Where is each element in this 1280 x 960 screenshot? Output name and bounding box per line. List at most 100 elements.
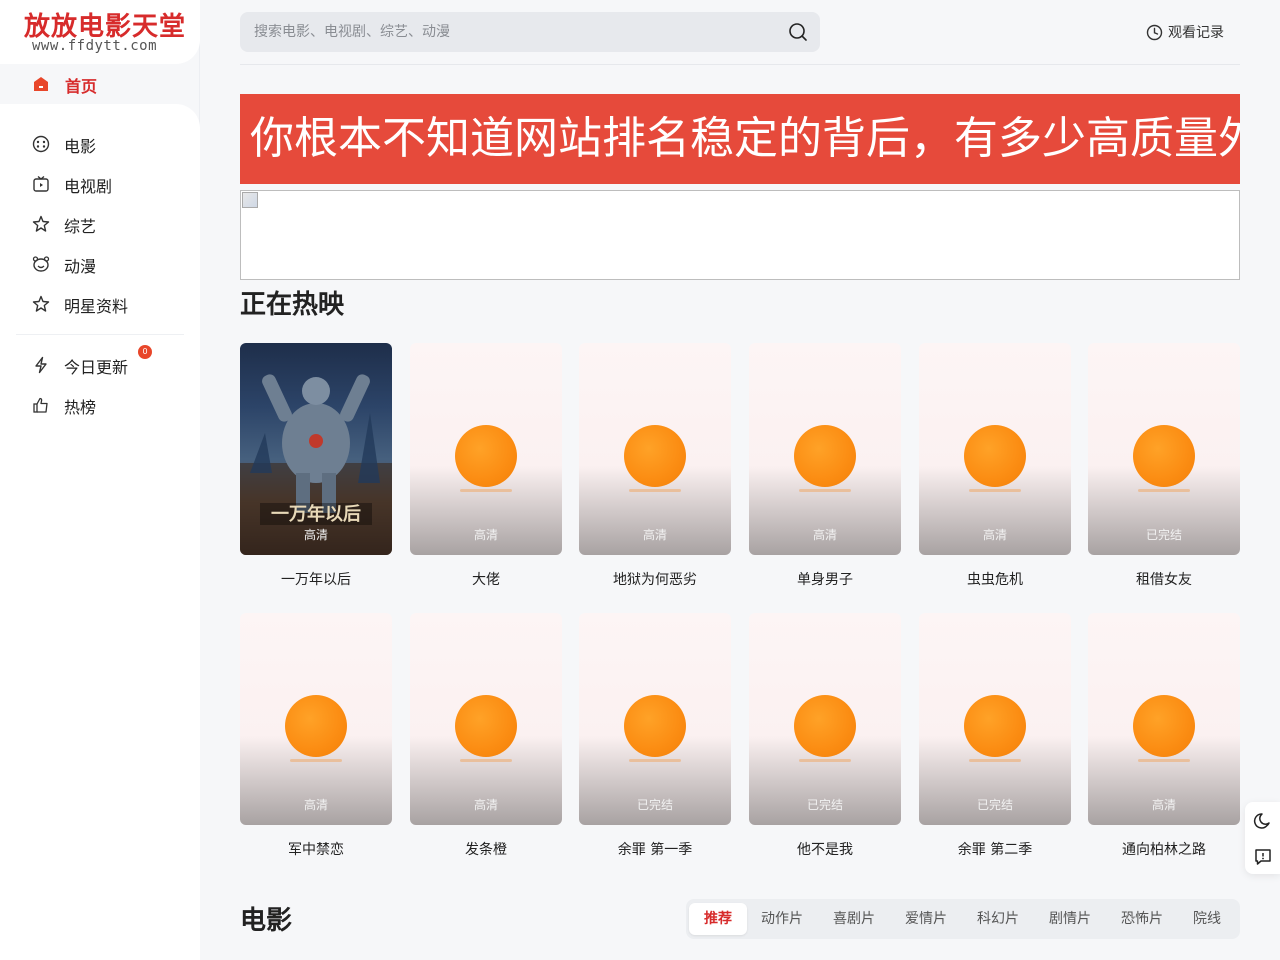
search-icon[interactable] bbox=[788, 22, 808, 42]
tab-romance[interactable]: 爱情片 bbox=[895, 903, 957, 935]
quality-tag: 高清 bbox=[473, 528, 498, 542]
broken-image-icon bbox=[242, 192, 258, 208]
movie-poster[interactable]: 高清 bbox=[410, 613, 562, 825]
tab-action[interactable]: 动作片 bbox=[751, 903, 813, 935]
movie-title[interactable]: 余罪 第二季 bbox=[919, 839, 1071, 859]
tab-horror[interactable]: 恐怖片 bbox=[1111, 903, 1173, 935]
movie-title[interactable]: 单身男子 bbox=[749, 569, 901, 589]
quality-tag: 高清 bbox=[303, 528, 328, 542]
movie-poster[interactable]: 高清 bbox=[1088, 613, 1240, 825]
search-bar bbox=[240, 12, 820, 52]
sidebar-item-variety[interactable]: 综艺 bbox=[0, 204, 200, 244]
logo-url: www.ffdytt.com bbox=[32, 38, 158, 54]
quality-tag: 已完结 bbox=[1145, 528, 1182, 542]
feedback-icon[interactable] bbox=[1253, 847, 1273, 867]
movie-card[interactable]: 高清 通向柏林之路 bbox=[1088, 613, 1240, 863]
sidebar-item-tv[interactable]: 电视剧 bbox=[0, 164, 200, 204]
watch-history-label: 观看记录 bbox=[1168, 25, 1224, 41]
watch-history-button[interactable]: 观看记录 bbox=[1146, 22, 1224, 42]
tab-comedy[interactable]: 喜剧片 bbox=[823, 903, 885, 935]
quality-tag: 高清 bbox=[303, 798, 328, 812]
movie-card[interactable]: 已完结 他不是我 bbox=[749, 613, 901, 863]
placeholder-sun-icon bbox=[285, 695, 347, 757]
poster-artwork: 一万年以后 bbox=[240, 374, 392, 555]
movie-poster[interactable]: 已完结 bbox=[1088, 343, 1240, 555]
section-title-movies: 电影 bbox=[240, 906, 293, 936]
movie-title[interactable]: 大佬 bbox=[410, 569, 562, 589]
placeholder-sun-icon bbox=[794, 695, 856, 757]
quality-tag: 高清 bbox=[812, 528, 837, 542]
movie-poster[interactable]: 高清 bbox=[240, 613, 392, 825]
movie-poster[interactable]: 高清 bbox=[919, 343, 1071, 555]
placeholder-sun-icon bbox=[624, 695, 686, 757]
sidebar-item-stars[interactable]: 明星资料 bbox=[0, 284, 200, 324]
movie-card[interactable]: 高清 地狱为何恶劣 bbox=[579, 343, 731, 593]
quality-tag: 已完结 bbox=[976, 798, 1013, 812]
movie-title[interactable]: 地狱为何恶劣 bbox=[579, 569, 731, 589]
movie-poster[interactable]: 高清 bbox=[749, 343, 901, 555]
quality-tag: 已完结 bbox=[636, 798, 673, 812]
movie-poster[interactable]: 一万年以后 高清 bbox=[240, 343, 392, 555]
movie-category-tabs: 推荐 动作片 喜剧片 爱情片 科幻片 剧情片 恐怖片 院线 bbox=[686, 899, 1240, 939]
movie-card[interactable]: 已完结 余罪 第二季 bbox=[919, 613, 1071, 863]
movie-poster[interactable]: 已完结 bbox=[749, 613, 901, 825]
movie-title[interactable]: 他不是我 bbox=[749, 839, 901, 859]
tab-theater[interactable]: 院线 bbox=[1183, 903, 1231, 935]
sidebar-item-movies[interactable]: 电影 bbox=[0, 124, 200, 164]
site-logo[interactable]: 放放电影天堂 www.ffdytt.com bbox=[0, 0, 200, 64]
header-divider bbox=[240, 64, 1240, 65]
movie-poster[interactable]: 高清 bbox=[410, 343, 562, 555]
placeholder-shadow bbox=[969, 759, 1021, 762]
sidebar-item-today-updates[interactable]: 今日更新 bbox=[0, 345, 200, 385]
sidebar-item-hot-list[interactable]: 热榜 bbox=[0, 385, 200, 425]
ad-banner-image[interactable] bbox=[240, 190, 1240, 280]
search-input[interactable] bbox=[254, 12, 774, 52]
movie-card[interactable]: 高清 单身男子 bbox=[749, 343, 901, 593]
home-icon bbox=[34, 77, 48, 91]
movie-title[interactable]: 军中禁恋 bbox=[240, 839, 392, 859]
movie-card[interactable]: 已完结 租借女友 bbox=[1088, 343, 1240, 593]
movie-card[interactable]: 高清 大佬 bbox=[410, 343, 562, 593]
movie-card[interactable]: 已完结 余罪 第一季 bbox=[579, 613, 731, 863]
sidebar-item-anime[interactable]: 动漫 bbox=[0, 244, 200, 284]
sidebar-item-label: 动漫 bbox=[64, 257, 97, 276]
film-reel-icon bbox=[32, 135, 50, 153]
placeholder-shadow bbox=[629, 489, 681, 492]
movie-title[interactable]: 租借女友 bbox=[1088, 569, 1240, 589]
bear-icon bbox=[32, 256, 50, 272]
placeholder-sun-icon bbox=[455, 695, 517, 757]
sidebar-item-label: 首页 bbox=[65, 77, 98, 96]
tab-recommended[interactable]: 推荐 bbox=[689, 903, 747, 935]
movie-poster[interactable]: 已完结 bbox=[919, 613, 1071, 825]
quality-tag: 已完结 bbox=[806, 798, 843, 812]
star-icon bbox=[32, 215, 50, 232]
movie-title[interactable]: 虫虫危机 bbox=[919, 569, 1071, 589]
placeholder-sun-icon bbox=[624, 425, 686, 487]
movie-card[interactable]: 一万年以后 高清 一万年以后 bbox=[240, 343, 392, 593]
movie-poster[interactable]: 高清 bbox=[579, 343, 731, 555]
tab-drama[interactable]: 剧情片 bbox=[1039, 903, 1101, 935]
placeholder-shadow bbox=[969, 489, 1021, 492]
placeholder-sun-icon bbox=[964, 425, 1026, 487]
movie-card[interactable]: 高清 军中禁恋 bbox=[240, 613, 392, 863]
placeholder-sun-icon bbox=[1133, 695, 1195, 757]
thumbs-up-icon bbox=[33, 397, 48, 413]
movie-title[interactable]: 发条橙 bbox=[410, 839, 562, 859]
sidebar-item-label: 电视剧 bbox=[64, 177, 113, 196]
movie-title[interactable]: 通向柏林之路 bbox=[1088, 839, 1240, 859]
movie-card[interactable]: 高清 虫虫危机 bbox=[919, 343, 1071, 593]
movie-title[interactable]: 一万年以后 bbox=[240, 569, 392, 589]
placeholder-shadow bbox=[290, 759, 342, 762]
star-icon bbox=[32, 295, 50, 312]
movie-title[interactable]: 余罪 第一季 bbox=[579, 839, 731, 859]
movie-poster[interactable]: 已完结 bbox=[579, 613, 731, 825]
section-title-now-showing: 正在热映 bbox=[240, 290, 345, 320]
ad-banner[interactable]: 你根本不知道网站排名稳定的背后，有多少高质量外链的支撑！ bbox=[240, 94, 1240, 184]
sidebar-divider bbox=[16, 334, 184, 335]
tab-scifi[interactable]: 科幻片 bbox=[967, 903, 1029, 935]
sidebar-item-label: 电影 bbox=[64, 137, 97, 156]
movie-card[interactable]: 高清 发条橙 bbox=[410, 613, 562, 863]
sidebar-item-home[interactable]: 首页 bbox=[0, 64, 200, 104]
moon-icon[interactable] bbox=[1253, 811, 1273, 831]
placeholder-shadow bbox=[460, 759, 512, 762]
